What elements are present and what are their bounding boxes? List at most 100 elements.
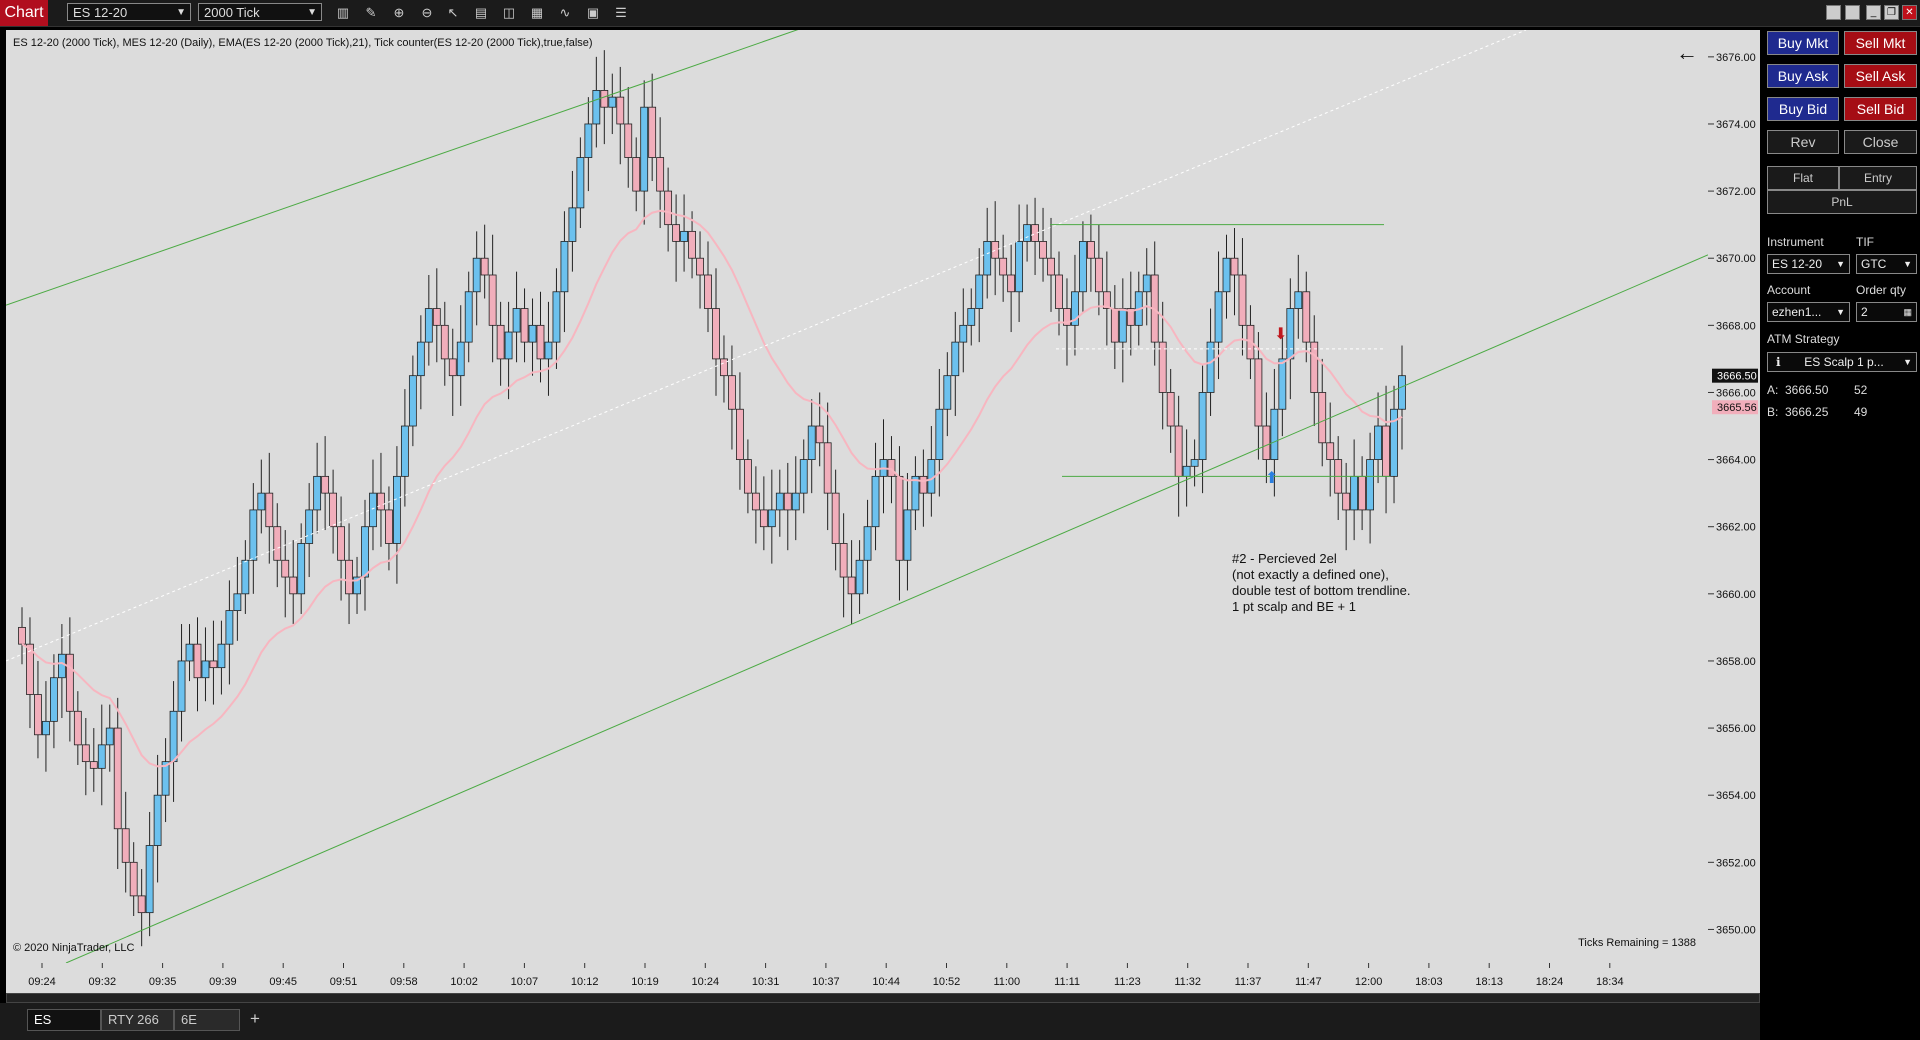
atm-strategy-select[interactable]: ℹ ES Scalp 1 p... ▼ <box>1767 352 1917 372</box>
time-tick-label: 09:32 <box>89 976 117 988</box>
candle-body <box>201 660 210 679</box>
price-tick-label: 3654.00 <box>1716 790 1756 802</box>
candle-body <box>241 559 250 595</box>
order-qty-stepper[interactable]: 2 ▦ <box>1856 302 1917 322</box>
candle-body <box>911 475 920 511</box>
properties-icon[interactable]: ◫ <box>500 4 518 21</box>
candle-body <box>1190 459 1199 467</box>
price-chart[interactable]: ⬇⬆ <box>6 30 1708 963</box>
candle-body <box>664 190 673 226</box>
candle-body <box>1366 459 1374 511</box>
candle-body <box>951 341 960 377</box>
strategies-icon[interactable]: ∿ <box>556 4 574 21</box>
candle-body <box>831 492 840 544</box>
tif-select[interactable]: GTC ▼ <box>1856 254 1917 274</box>
chart-panel[interactable]: ⬇ ⬆ ES 12-20 (2000 Tick), MES 12-20 (Dail… <box>6 30 1708 963</box>
candle-body <box>767 509 776 528</box>
pencil-icon[interactable]: ✎ <box>362 4 380 21</box>
sell-ask-button[interactable]: Sell Ask <box>1844 64 1917 88</box>
candle-body <box>345 559 353 595</box>
sell-bid-button[interactable]: Sell Bid <box>1844 97 1917 121</box>
time-tick-label: 09:35 <box>149 976 177 988</box>
buy-market-button[interactable]: Buy Mkt <box>1767 31 1839 55</box>
horizontal-scrollbar[interactable] <box>6 993 1760 1003</box>
candle-body <box>1350 475 1359 511</box>
candle-body <box>305 509 314 544</box>
candle-body <box>1110 308 1119 343</box>
candle-body <box>1158 341 1167 393</box>
chevron-down-icon: ▼ <box>176 7 186 18</box>
list-icon[interactable]: ☰ <box>612 4 630 21</box>
chevron-down-icon: ▼ <box>1836 259 1845 269</box>
calculator-icon[interactable]: ▦ <box>1903 303 1912 321</box>
flat-button[interactable]: Flat <box>1767 166 1839 190</box>
buy-ask-button[interactable]: Buy Ask <box>1767 64 1839 88</box>
window-extra-icon[interactable] <box>1826 5 1841 20</box>
top-toolbar: Chart ES 12-20 ▼ 2000 Tick ▼ ▥ ✎ ⊕ ⊖ ↖ ▤… <box>0 0 1920 27</box>
candle-body <box>233 593 242 612</box>
candle-body <box>50 677 58 722</box>
candle-body <box>416 341 425 377</box>
templates-icon[interactable]: ▣ <box>584 4 602 21</box>
candle-body <box>393 475 401 544</box>
account-value: ezhen1... <box>1772 305 1822 319</box>
candle-body <box>991 241 1000 259</box>
tab-label: RTY 266 <box>108 1012 159 1027</box>
last-price-marker <box>1712 368 1758 383</box>
price-tick-label: 3676.00 <box>1716 52 1756 64</box>
candle-body <box>1007 274 1016 293</box>
minimize-icon[interactable]: _ <box>1866 5 1881 20</box>
candle-body <box>640 106 649 192</box>
app-title[interactable]: Chart <box>0 0 48 26</box>
entry-button[interactable]: Entry <box>1839 166 1917 190</box>
buy-bid-button[interactable]: Buy Bid <box>1767 97 1839 121</box>
candle-body <box>448 358 457 377</box>
candle-body <box>1182 465 1191 477</box>
candle-body <box>456 341 465 377</box>
tab-6e[interactable]: 6E <box>174 1009 240 1031</box>
bar-type-icon[interactable]: ▥ <box>334 4 352 21</box>
candle-body <box>424 308 433 343</box>
tab-es[interactable]: ES <box>27 1009 101 1031</box>
tab-rty[interactable]: RTY 266 <box>101 1009 174 1031</box>
candle-body <box>1214 291 1223 343</box>
candle-body <box>959 324 968 343</box>
info-icon[interactable]: ℹ <box>1776 353 1781 371</box>
candle-body <box>680 230 688 242</box>
sell-market-button[interactable]: Sell Mkt <box>1844 31 1917 55</box>
close-icon[interactable]: ✕ <box>1902 5 1917 20</box>
data-box-icon[interactable]: ▤ <box>472 4 490 21</box>
back-arrow-icon[interactable]: ← <box>1676 40 1698 66</box>
time-tick-label: 10:07 <box>511 976 539 988</box>
interval-select[interactable]: 2000 Tick ▼ <box>198 3 322 21</box>
pointer-icon[interactable]: ↖ <box>444 4 462 21</box>
indicators-icon[interactable]: ▦ <box>528 4 546 21</box>
instrument-select[interactable]: ES 12-20 ▼ <box>67 3 191 21</box>
restore-icon[interactable]: ❐ <box>1884 5 1899 20</box>
account-select[interactable]: ezhen1... ▼ <box>1767 302 1850 322</box>
time-tick-label: 09:51 <box>330 976 358 988</box>
candle-body <box>153 794 162 846</box>
zoom-out-icon[interactable]: ⊖ <box>418 4 436 21</box>
buy-signal-arrow-icon: ⬆ <box>1265 468 1278 487</box>
price-tick-label: 3674.00 <box>1716 119 1756 131</box>
candle-body <box>472 257 481 293</box>
trader-instrument-select[interactable]: ES 12-20 ▼ <box>1767 254 1850 274</box>
time-tick-label: 11:32 <box>1174 976 1201 988</box>
candle-body <box>281 559 290 578</box>
time-tick-label: 11:47 <box>1295 976 1322 988</box>
candle-body <box>89 761 98 769</box>
reverse-button[interactable]: Rev <box>1767 130 1839 154</box>
price-tick-label: 3658.00 <box>1716 656 1756 668</box>
zoom-in-icon[interactable]: ⊕ <box>390 4 408 21</box>
pnl-display[interactable]: PnL <box>1767 190 1917 214</box>
candle-body <box>943 375 952 410</box>
candle-body <box>919 475 928 494</box>
candle-body <box>608 96 617 108</box>
candle-body <box>432 308 441 326</box>
candle-body <box>847 576 856 595</box>
candle-body <box>185 643 194 662</box>
add-tab-button[interactable]: + <box>244 1009 266 1031</box>
window-tile-icon[interactable] <box>1845 5 1860 20</box>
close-position-button[interactable]: Close <box>1844 130 1917 154</box>
